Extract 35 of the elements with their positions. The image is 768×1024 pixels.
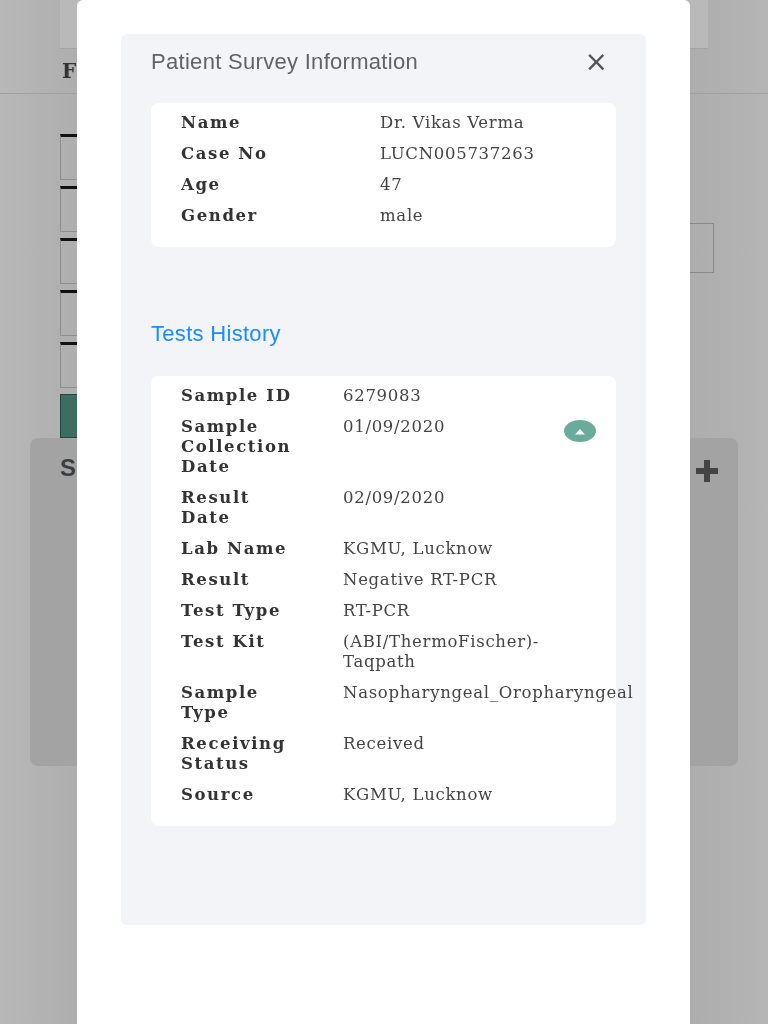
field-value: Negative RT-PCR bbox=[343, 570, 498, 590]
section-title: Tests History bbox=[151, 321, 282, 347]
field-label: Sample Collection Date bbox=[181, 417, 293, 477]
field-label: Result bbox=[181, 570, 251, 590]
field-label: Case No bbox=[181, 144, 269, 164]
field-label: Lab Name bbox=[181, 539, 289, 559]
field-value: KGMU, Lucknow bbox=[343, 539, 493, 559]
field-label: Name bbox=[181, 113, 243, 133]
field-label: Receiving Status bbox=[181, 734, 287, 774]
section-heading: S bbox=[60, 454, 76, 483]
field-label: Gender bbox=[181, 206, 259, 226]
field-label: Test Type bbox=[181, 601, 283, 621]
field-value: Received bbox=[343, 734, 425, 755]
dialog-title: Patient Survey Information bbox=[151, 49, 419, 75]
field-value: (ABI/ThermoFischer)-Taqpath bbox=[343, 632, 541, 672]
field-value: male bbox=[380, 206, 425, 226]
field-value: Dr. Vikas Verma bbox=[380, 113, 526, 133]
field-label: Age bbox=[181, 175, 222, 195]
field-value: RT-PCR bbox=[343, 601, 410, 621]
field-value: Nasopharyngeal_Oropharyngeal bbox=[343, 683, 634, 704]
field-value: KGMU, Lucknow bbox=[343, 785, 493, 805]
collapse-button[interactable] bbox=[564, 420, 596, 442]
field-value: 47 bbox=[380, 175, 404, 195]
field-label: Source bbox=[181, 785, 256, 805]
field-label: Sample Type bbox=[181, 683, 260, 723]
page-heading: F bbox=[62, 59, 77, 83]
field-value: 02/09/2020 bbox=[343, 488, 446, 509]
field-label: Result Date bbox=[181, 488, 251, 528]
close-button[interactable]: × bbox=[576, 48, 616, 76]
field-value: 6279083 bbox=[343, 386, 422, 406]
field-value: LUCN005737263 bbox=[380, 144, 536, 164]
field-label: Test Kit bbox=[181, 632, 267, 653]
caret-up-icon bbox=[574, 427, 586, 435]
field-label: Sample ID bbox=[181, 386, 293, 406]
field-value: 01/09/2020 bbox=[343, 417, 446, 438]
